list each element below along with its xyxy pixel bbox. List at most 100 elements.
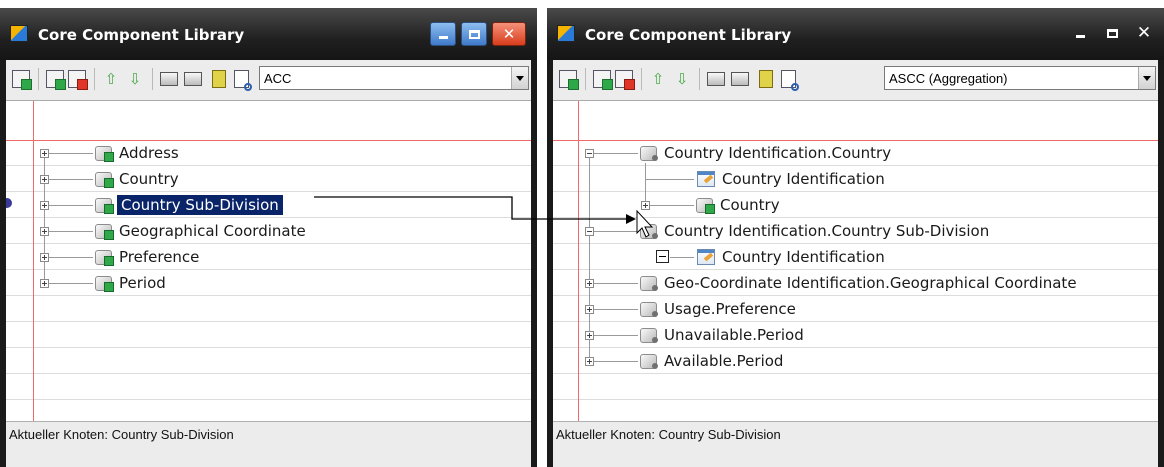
tree-node[interactable]: Address (94, 141, 179, 165)
toolbar-separator (152, 68, 153, 90)
window-body: ⇧ ⇩ ASCC (Aggregation) Country Identific… (553, 60, 1158, 467)
tree-node[interactable]: Usage.Preference (639, 297, 796, 321)
maximize-button[interactable] (1099, 22, 1125, 46)
cube-icon (94, 170, 114, 188)
tree-node[interactable]: Available.Period (639, 349, 783, 373)
expand-toggle[interactable] (40, 175, 49, 184)
tree-node[interactable]: Country Identification.Country Sub-Divis… (639, 219, 989, 243)
tree-node[interactable]: Country (695, 193, 780, 217)
toolbar-separator (94, 68, 95, 90)
cube-icon (94, 196, 114, 214)
remove-node-icon[interactable] (68, 70, 88, 90)
cube-icon (639, 144, 659, 162)
minimize-button[interactable] (1067, 22, 1093, 46)
toolbar-separator (641, 68, 642, 90)
tree-node[interactable]: Country Identification.Country (639, 141, 891, 165)
tree-leaf[interactable]: Country Identification (697, 167, 885, 191)
window-body: ⇧ ⇩ ACC Address Country Country Sub-Divi… (6, 60, 531, 467)
move-down-icon[interactable]: ⇩ (126, 70, 144, 88)
tree-node-label: Usage.Preference (664, 300, 796, 318)
title-bar[interactable]: Core Component Library ✕ (547, 8, 1164, 60)
current-node-marker (6, 198, 12, 208)
bbie-icon (697, 171, 715, 187)
cube-icon (94, 144, 114, 162)
collapse-toggle[interactable] (585, 149, 594, 158)
maximize-button[interactable] (461, 22, 487, 46)
app-icon (557, 25, 575, 42)
component-type-select[interactable]: ACC (259, 66, 529, 90)
status-bar: Aktueller Knoten: Country Sub-Division (6, 421, 531, 467)
cube-icon (639, 222, 659, 240)
expand-toggle[interactable] (40, 227, 49, 236)
collapse-toggle[interactable] (585, 227, 594, 236)
expand-toggle[interactable] (585, 279, 594, 288)
expand-toggle[interactable] (585, 357, 594, 366)
tree-view[interactable]: Country Identification.Country Country I… (553, 100, 1158, 421)
tree-node[interactable]: Unavailable.Period (639, 323, 804, 347)
close-button[interactable]: ✕ (492, 22, 526, 46)
cube-icon (94, 222, 114, 240)
cube-icon (94, 274, 114, 292)
left-window: Core Component Library ✕ ⇧ ⇩ ACC Address… (0, 8, 537, 467)
tree-node[interactable]: Geographical Coordinate (94, 219, 306, 243)
expand-toggle[interactable] (40, 279, 49, 288)
cube-icon (94, 248, 114, 266)
tree-node-label: Geographical Coordinate (119, 222, 306, 240)
add-child-icon[interactable] (46, 70, 66, 90)
tree-view[interactable]: Address Country Country Sub-Division Geo… (6, 100, 531, 421)
print-icon[interactable] (160, 72, 178, 86)
expand-toggle[interactable] (585, 331, 594, 340)
toolbar: ⇧ ⇩ ASCC (Aggregation) (553, 60, 1158, 100)
expand-toggle[interactable] (40, 253, 49, 262)
tree-node-label: Country Identification (722, 248, 885, 266)
bbie-icon (697, 249, 715, 265)
move-up-icon[interactable]: ⇧ (649, 70, 667, 88)
print-icon[interactable] (707, 72, 725, 86)
expand-toggle[interactable] (656, 250, 669, 263)
cube-icon (695, 196, 715, 214)
app-icon (10, 25, 28, 42)
add-node-icon[interactable] (559, 70, 579, 90)
minimize-button[interactable] (430, 22, 456, 46)
print-preview-icon[interactable] (731, 72, 749, 86)
status-bar: Aktueller Knoten: Country Sub-Division (553, 421, 1158, 467)
add-node-icon[interactable] (12, 70, 32, 90)
move-up-icon[interactable]: ⇧ (102, 70, 120, 88)
print-preview-icon[interactable] (184, 72, 202, 86)
tree-node[interactable]: Preference (94, 245, 199, 269)
close-button[interactable]: ✕ (1131, 22, 1157, 46)
move-down-icon[interactable]: ⇩ (673, 70, 691, 88)
tree-node[interactable]: Geo-Coordinate Identification.Geographic… (639, 271, 1077, 295)
tree-node-label: Country Sub-Division (117, 195, 283, 215)
expand-toggle[interactable] (40, 149, 49, 158)
tree-node-label: Address (119, 144, 179, 162)
tree-node[interactable]: Country (94, 167, 179, 191)
toolbar-separator (585, 68, 586, 90)
add-child-icon[interactable] (593, 70, 613, 90)
tree-node-label: Available.Period (664, 352, 784, 370)
title-bar[interactable]: Core Component Library ✕ (0, 8, 537, 60)
search-icon[interactable] (781, 70, 799, 91)
tree-leaf[interactable]: Country Identification (697, 245, 885, 269)
book-icon[interactable] (759, 70, 773, 88)
component-type-select[interactable]: ASCC (Aggregation) (884, 66, 1156, 90)
search-icon[interactable] (234, 70, 252, 91)
window-title: Core Component Library (585, 26, 792, 44)
remove-node-icon[interactable] (615, 70, 635, 90)
expand-toggle[interactable] (585, 305, 594, 314)
chevron-down-icon[interactable] (511, 67, 528, 89)
tree-node[interactable]: Period (94, 271, 166, 295)
tree-node-selected[interactable]: Country Sub-Division (94, 193, 283, 217)
tree-node-label: Country (720, 196, 780, 214)
cube-icon (639, 352, 659, 370)
expand-toggle[interactable] (40, 201, 49, 210)
tree-node-label: Period (119, 274, 166, 292)
expand-toggle[interactable] (641, 201, 650, 210)
cube-icon (639, 274, 659, 292)
toolbar-separator (699, 68, 700, 90)
chevron-down-icon[interactable] (1138, 67, 1155, 89)
book-icon[interactable] (212, 70, 226, 88)
tree-node-label: Country Identification (722, 170, 885, 188)
component-type-value: ACC (264, 71, 292, 86)
cube-icon (639, 300, 659, 318)
